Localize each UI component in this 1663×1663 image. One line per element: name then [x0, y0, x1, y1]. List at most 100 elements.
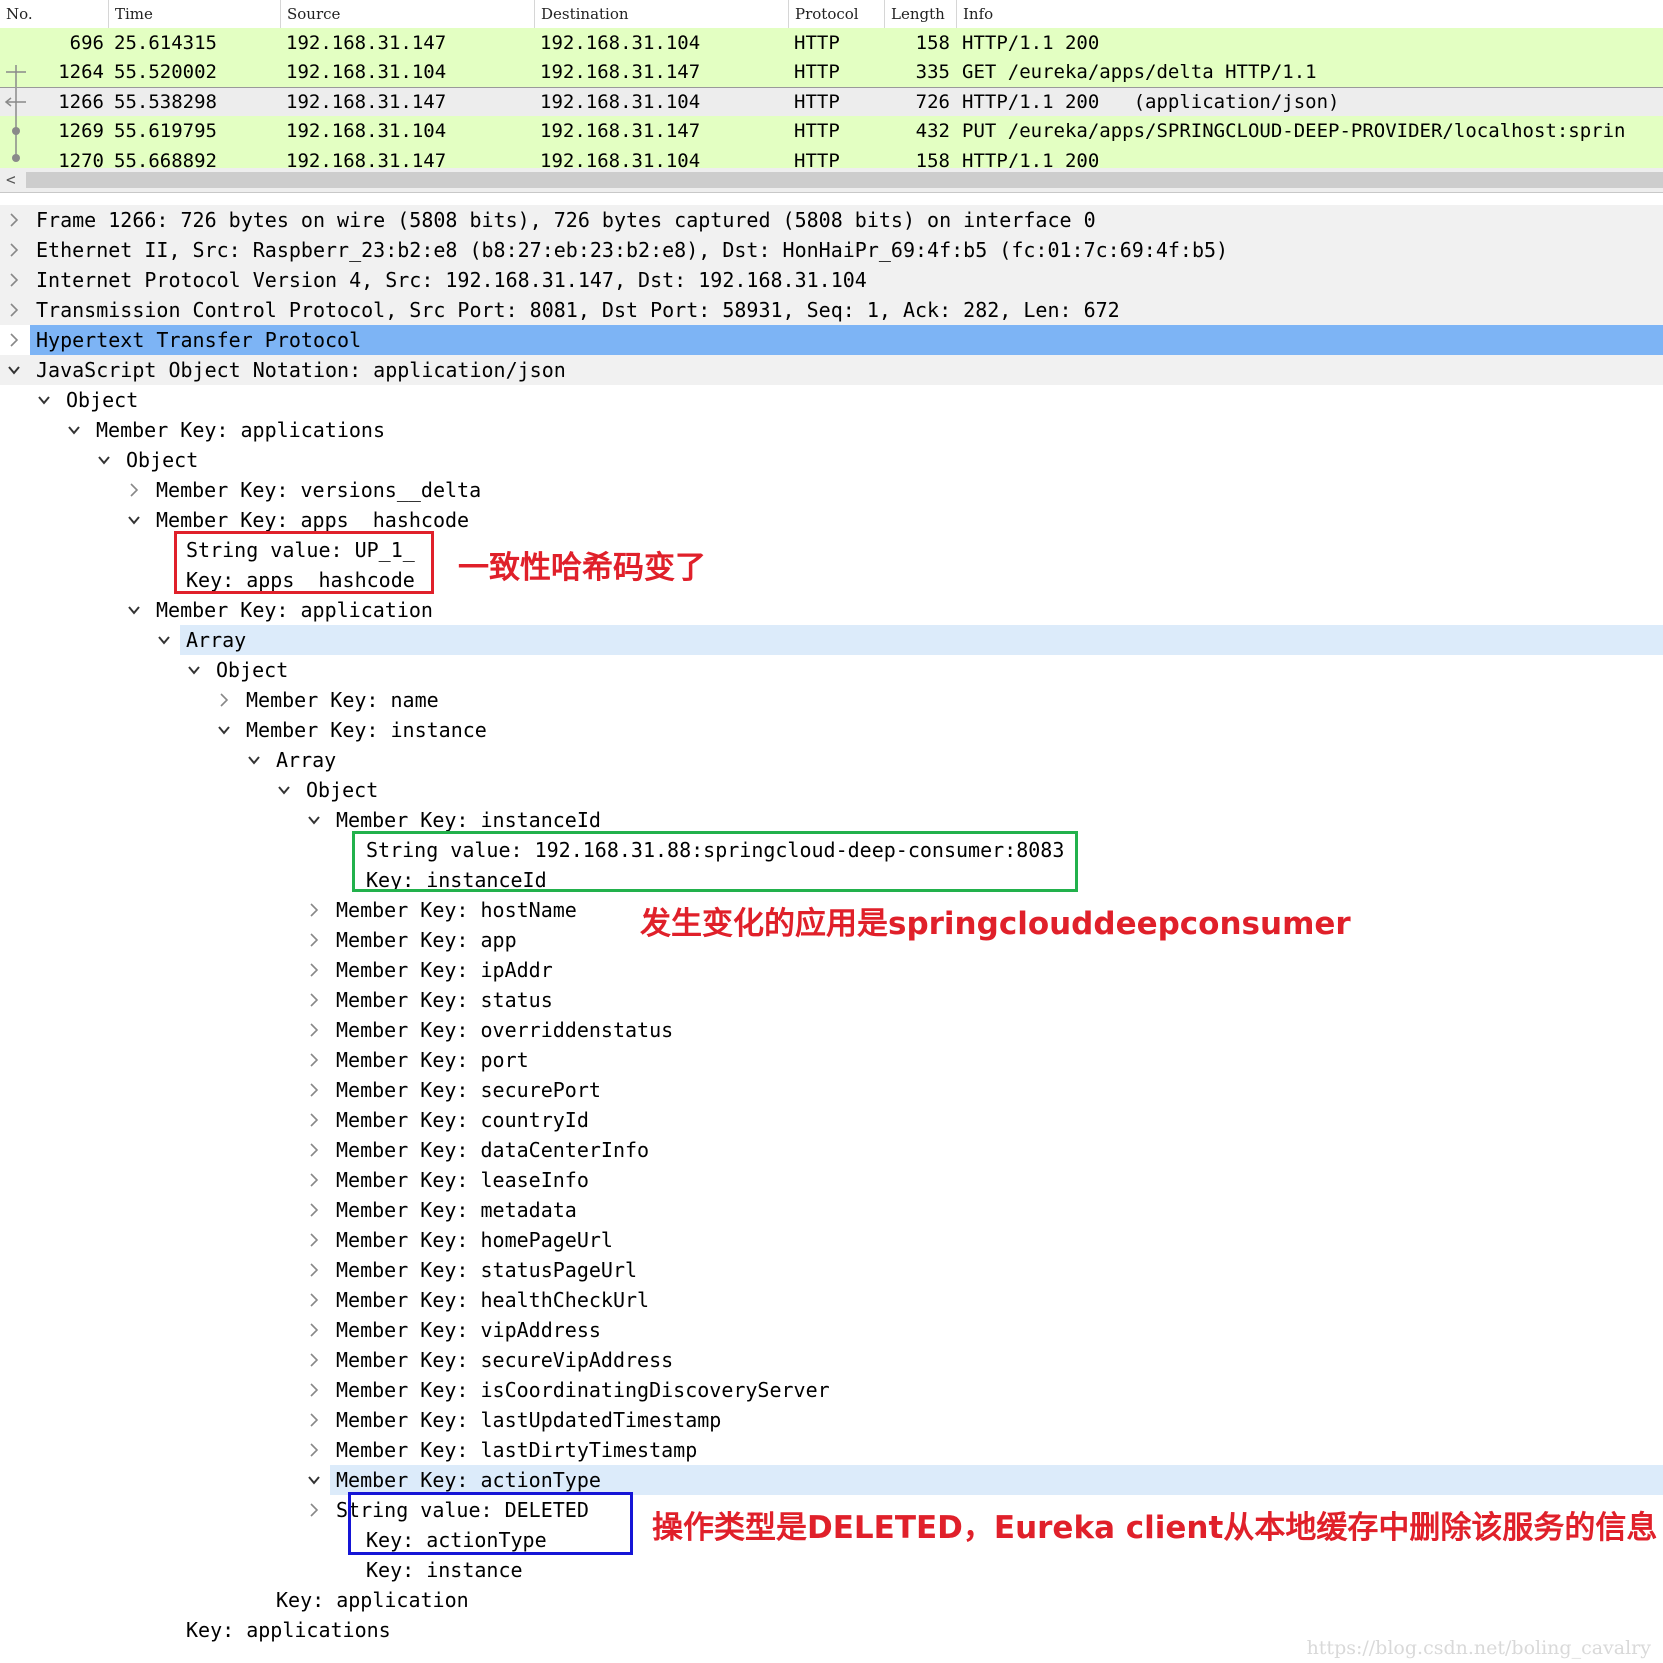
tree-row[interactable]: Member Key: port — [0, 1045, 1663, 1075]
tree-row[interactable]: Object — [0, 385, 1663, 415]
chevron-down-icon[interactable] — [154, 625, 174, 655]
chevron-right-icon[interactable] — [304, 1075, 324, 1105]
tree-row[interactable]: Member Key: ipAddr — [0, 955, 1663, 985]
scroll-left-icon[interactable]: < — [6, 168, 16, 192]
tree-label: Member Key: ipAddr — [336, 958, 553, 982]
chevron-down-icon[interactable] — [124, 595, 144, 625]
col-no[interactable]: No. — [0, 0, 108, 28]
packet-cell-time: 55.668892 — [114, 150, 217, 168]
chevron-right-icon[interactable] — [304, 1435, 324, 1465]
tree-row[interactable]: Member Key: isCoordinatingDiscoveryServe… — [0, 1375, 1663, 1405]
chevron-down-icon[interactable] — [94, 445, 114, 475]
chevron-down-icon[interactable] — [124, 505, 144, 535]
packet-list-header: No. Time Source Destination Protocol Len… — [0, 0, 1663, 29]
tree-row[interactable]: Member Key: application — [0, 595, 1663, 625]
chevron-down-icon[interactable] — [64, 415, 84, 445]
packet-row[interactable]: 1264 55.520002 192.168.31.104 192.168.31.14… — [0, 57, 1663, 87]
chevron-right-icon[interactable] — [304, 925, 324, 955]
tree-row[interactable]: Member Key: lastDirtyTimestamp — [0, 1435, 1663, 1465]
tree-row[interactable]: Member Key: securePort — [0, 1075, 1663, 1105]
packet-list-scrollbar[interactable]: < — [0, 168, 1663, 193]
chevron-right-icon[interactable] — [304, 1165, 324, 1195]
chevron-right-icon[interactable] — [4, 235, 24, 265]
tree-row[interactable]: Member Key: countryId — [0, 1105, 1663, 1135]
col-info[interactable]: Info — [956, 0, 1663, 28]
tree-row[interactable]: Array — [0, 745, 1663, 775]
tree-row[interactable]: Member Key: overriddenstatus — [0, 1015, 1663, 1045]
tree-row[interactable]: JavaScript Object Notation: application/… — [0, 355, 1663, 385]
tree-row[interactable]: Member Key: lastUpdatedTimestamp — [0, 1405, 1663, 1435]
chevron-right-icon[interactable] — [304, 1135, 324, 1165]
tree-row[interactable]: Hypertext Transfer Protocol — [10, 325, 1663, 355]
chevron-right-icon[interactable] — [214, 685, 234, 715]
chevron-right-icon[interactable] — [304, 1495, 324, 1525]
tree-row[interactable]: Member Key: healthCheckUrl — [0, 1285, 1663, 1315]
chevron-right-icon[interactable] — [4, 265, 24, 295]
tree-row[interactable]: Member Key: homePageUrl — [0, 1225, 1663, 1255]
chevron-right-icon[interactable] — [304, 1315, 324, 1345]
tree-row[interactable]: Ethernet II, Src: Raspberr_23:b2:e8 (b8:… — [0, 235, 1663, 265]
packet-row[interactable]: 696 25.614315 192.168.31.147 192.168.31.104… — [0, 28, 1663, 58]
col-protocol[interactable]: Protocol — [788, 0, 884, 28]
chevron-down-icon[interactable] — [244, 745, 264, 775]
chevron-right-icon[interactable] — [304, 1045, 324, 1075]
chevron-down-icon[interactable] — [34, 385, 54, 415]
chevron-down-icon[interactable] — [304, 1465, 324, 1495]
chevron-right-icon[interactable] — [4, 295, 24, 325]
tree-row[interactable]: Member Key: applications — [0, 415, 1663, 445]
tree-row[interactable]: Member Key: vipAddress — [0, 1315, 1663, 1345]
tree-row[interactable]: Member Key: metadata — [0, 1195, 1663, 1225]
chevron-right-icon[interactable] — [304, 1345, 324, 1375]
chevron-down-icon[interactable] — [184, 655, 204, 685]
related-packet-icon — [4, 88, 28, 118]
chevron-right-icon[interactable] — [304, 955, 324, 985]
tree-row[interactable]: Internet Protocol Version 4, Src: 192.16… — [0, 265, 1663, 295]
chevron-down-icon[interactable] — [214, 715, 234, 745]
tree-row[interactable]: Object — [0, 445, 1663, 475]
chevron-right-icon[interactable] — [304, 1015, 324, 1045]
chevron-right-icon[interactable] — [304, 1225, 324, 1255]
tree-row[interactable]: Key: instance — [0, 1555, 1663, 1585]
col-destination[interactable]: Destination — [534, 0, 788, 28]
chevron-right-icon[interactable] — [304, 1195, 324, 1225]
chevron-right-icon[interactable] — [304, 985, 324, 1015]
tree-row[interactable]: Member Key: actionType — [0, 1465, 1663, 1495]
chevron-right-icon[interactable] — [304, 1105, 324, 1135]
tree-row[interactable]: Member Key: statusPageUrl — [0, 1255, 1663, 1285]
tree-row[interactable]: Transmission Control Protocol, Src Port:… — [0, 295, 1663, 325]
chevron-right-icon[interactable] — [4, 205, 24, 235]
tree-row[interactable]: Member Key: instance — [0, 715, 1663, 745]
chevron-right-icon[interactable] — [4, 325, 24, 355]
col-time[interactable]: Time — [108, 0, 280, 28]
col-length[interactable]: Length — [884, 0, 956, 28]
packet-cell-protocol: HTTP — [794, 150, 840, 168]
chevron-right-icon[interactable] — [304, 1375, 324, 1405]
tree-row[interactable]: Member Key: name — [0, 685, 1663, 715]
chevron-right-icon[interactable] — [304, 1285, 324, 1315]
chevron-down-icon[interactable] — [274, 775, 294, 805]
tree-row[interactable]: Member Key: status — [0, 985, 1663, 1015]
tree-row[interactable]: Array — [0, 625, 1663, 655]
tree-row[interactable]: Member Key: dataCenterInfo — [0, 1135, 1663, 1165]
chevron-down-icon[interactable] — [4, 355, 24, 385]
tree-label: Hypertext Transfer Protocol — [36, 328, 362, 352]
scrollbar-thumb[interactable] — [26, 172, 1663, 188]
packet-row[interactable]: 1266 55.538298 192.168.31.147 192.168.31.10… — [0, 87, 1663, 118]
tree-row[interactable]: Member Key: versions__delta — [0, 475, 1663, 505]
tree-row[interactable]: Frame 1266: 726 bytes on wire (5808 bits… — [0, 205, 1663, 235]
chevron-right-icon[interactable] — [124, 475, 144, 505]
chevron-right-icon[interactable] — [304, 895, 324, 925]
tree-row[interactable]: Member Key: secureVipAddress — [0, 1345, 1663, 1375]
tree-label: Frame 1266: 726 bytes on wire (5808 bits… — [36, 208, 1096, 232]
tree-label: Member Key: leaseInfo — [336, 1168, 589, 1192]
packet-row[interactable]: 1269 55.619795 192.168.31.104 192.168.31.14… — [0, 116, 1663, 146]
chevron-down-icon[interactable] — [304, 805, 324, 835]
chevron-right-icon[interactable] — [304, 1255, 324, 1285]
tree-row[interactable]: Object — [0, 775, 1663, 805]
col-source[interactable]: Source — [280, 0, 534, 28]
chevron-right-icon[interactable] — [304, 1405, 324, 1435]
tree-row[interactable]: Object — [0, 655, 1663, 685]
packet-row[interactable]: 1270 55.668892 192.168.31.147 192.168.31.10… — [0, 146, 1663, 168]
tree-row[interactable]: Member Key: leaseInfo — [0, 1165, 1663, 1195]
tree-row[interactable]: Key: application — [0, 1585, 1663, 1615]
